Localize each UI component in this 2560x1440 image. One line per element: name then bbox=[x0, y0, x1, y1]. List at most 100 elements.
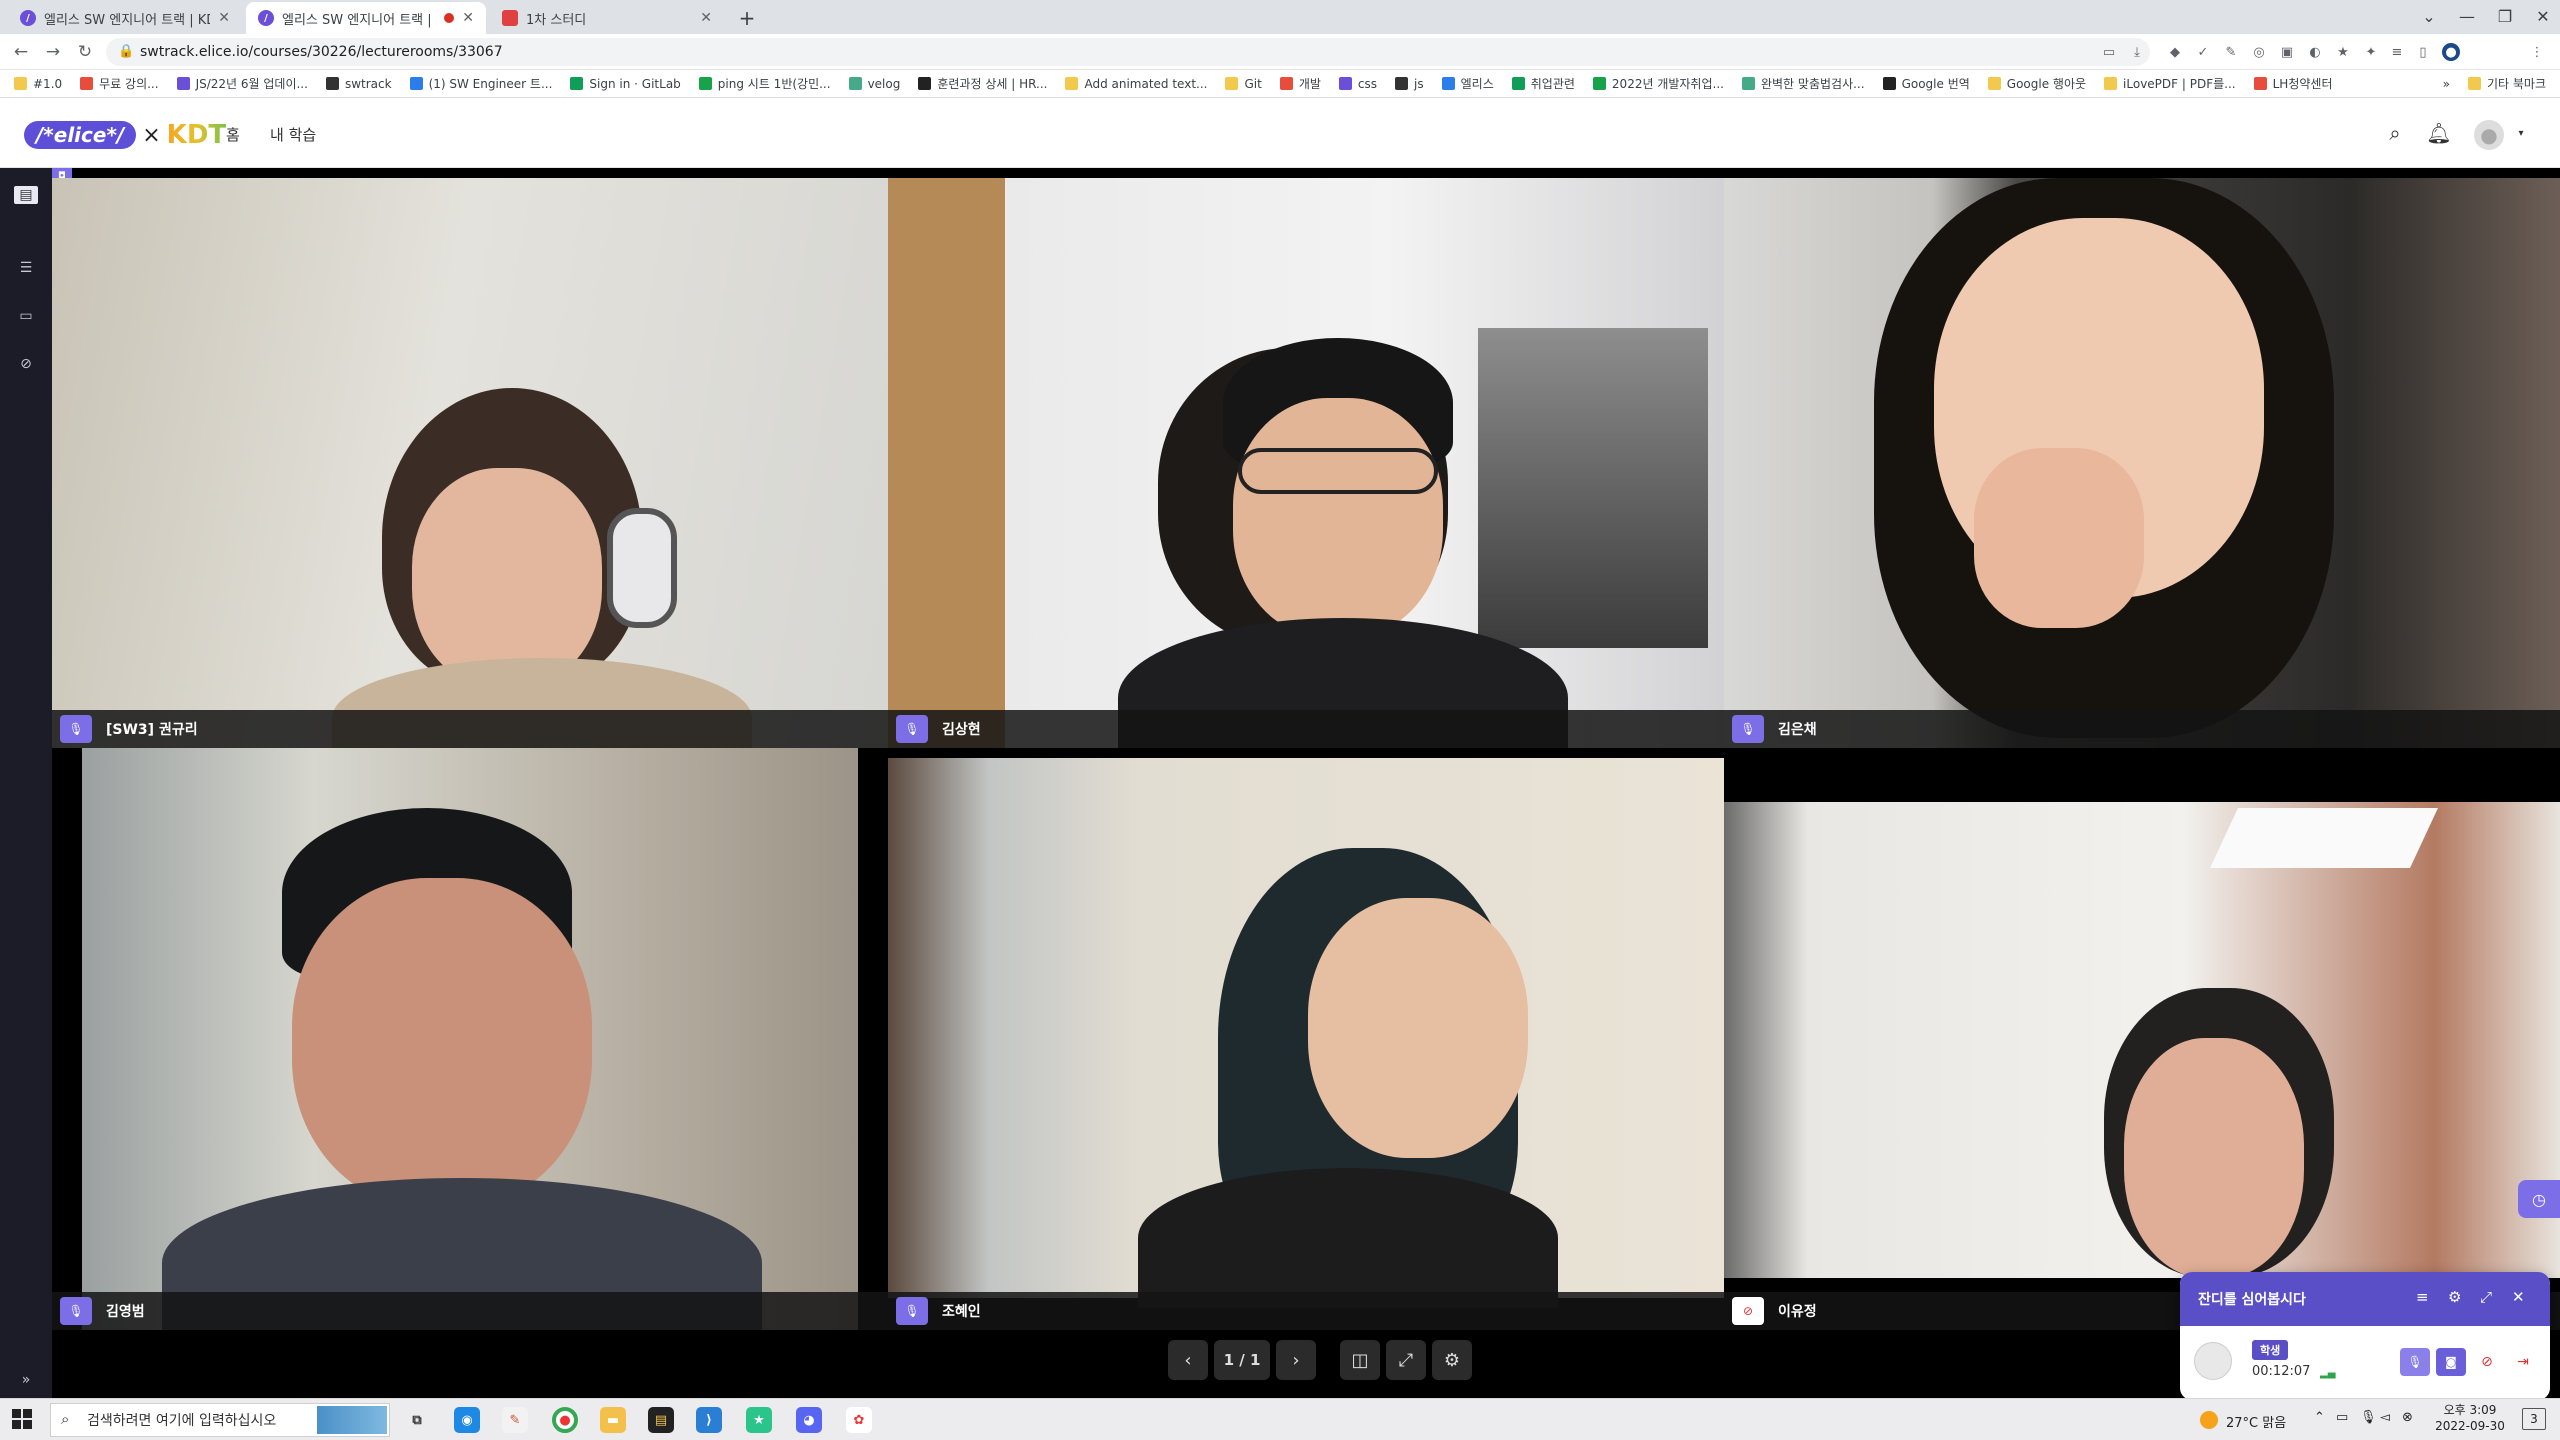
address-bar[interactable]: 🔒 swtrack.elice.io/courses/30226/lecture… bbox=[106, 38, 2150, 66]
bookmark-item[interactable]: Git bbox=[1225, 77, 1262, 91]
extensions-puzzle-icon[interactable]: ✦ bbox=[2362, 43, 2380, 61]
bookmark-item[interactable]: Google 번역 bbox=[1882, 75, 1970, 92]
bookmark-item[interactable]: js bbox=[1395, 77, 1424, 91]
close-icon[interactable]: ✕ bbox=[700, 10, 712, 26]
vscode-icon[interactable]: ⟩ bbox=[696, 1407, 722, 1433]
screen-icon[interactable]: ▭ bbox=[14, 304, 38, 328]
clock-time[interactable]: 오후 3:09 bbox=[2430, 1401, 2510, 1418]
extension-icon[interactable]: ◐ bbox=[2306, 43, 2324, 61]
playlist-icon[interactable]: ≡ bbox=[2388, 43, 2406, 61]
close-icon[interactable]: ✕ bbox=[462, 10, 474, 26]
close-window-icon[interactable]: ✕ bbox=[2520, 0, 2560, 32]
bookmark-item[interactable]: 엘리스 bbox=[1441, 75, 1494, 92]
bookmark-item[interactable]: 완벽한 맞춤법검사... bbox=[1741, 75, 1865, 92]
back-icon[interactable]: ← bbox=[10, 41, 32, 63]
bookmark-item[interactable]: JS/22년 6월 업데이... bbox=[176, 75, 308, 92]
tab-study[interactable]: 1차 스터디 ✕ bbox=[490, 2, 724, 34]
extension-icon[interactable]: ▣ bbox=[2278, 43, 2296, 61]
bookmark-item[interactable]: swtrack bbox=[325, 77, 392, 91]
menu-icon[interactable]: ≡ bbox=[2416, 1288, 2429, 1306]
bookmark-label: 무료 강의... bbox=[99, 77, 159, 91]
fullscreen-button[interactable]: ⤢ bbox=[1386, 1340, 1426, 1380]
sidepanel-icon[interactable]: ▯ bbox=[2414, 43, 2432, 61]
clock-date[interactable]: 2022-09-30 bbox=[2430, 1419, 2510, 1433]
discord-icon[interactable]: ◕ bbox=[796, 1407, 822, 1433]
search-icon[interactable]: ⌕ bbox=[2382, 120, 2408, 146]
previous-page-button[interactable]: ‹ bbox=[1168, 1340, 1208, 1380]
file-explorer-icon[interactable]: ▬ bbox=[600, 1407, 626, 1433]
menu-kebab-icon[interactable]: ⋮ bbox=[2528, 43, 2546, 61]
app-icon[interactable]: ◉ bbox=[454, 1407, 480, 1433]
windows-start-icon[interactable] bbox=[12, 1409, 32, 1429]
bookmark-item[interactable]: Sign in · GitLab bbox=[570, 77, 681, 91]
bookmark-item[interactable]: css bbox=[1338, 77, 1377, 91]
close-icon[interactable]: ✕ bbox=[218, 10, 230, 26]
bookmark-item[interactable]: iLovePDF | PDF를... bbox=[2104, 75, 2236, 92]
chrome-icon[interactable]: ● bbox=[552, 1407, 578, 1433]
extension-icon[interactable]: ◆ bbox=[2166, 43, 2184, 61]
bookmark-item[interactable]: Google 행아웃 bbox=[1987, 75, 2086, 92]
weather-text[interactable]: 27°C 맑음 bbox=[2226, 1412, 2286, 1431]
bookmark-item[interactable]: 2022년 개발자취업... bbox=[1592, 75, 1724, 92]
layout-toggle-button[interactable]: ◫ bbox=[1340, 1340, 1380, 1380]
task-view-icon[interactable]: ⧉ bbox=[404, 1407, 430, 1433]
mic-icon[interactable]: 🎙︎ bbox=[2400, 1348, 2430, 1376]
extension-icon[interactable]: ✓ bbox=[2194, 43, 2212, 61]
bookmark-item[interactable]: velog bbox=[848, 77, 900, 91]
clock-icon[interactable]: ◷ bbox=[2518, 1180, 2560, 1218]
check-circle-icon[interactable]: ⊘ bbox=[14, 352, 38, 376]
camera-icon[interactable]: ◙ bbox=[2436, 1348, 2466, 1376]
microphone-icon[interactable]: 🎙︎ bbox=[2360, 1410, 2377, 1425]
other-bookmarks-folder[interactable]: 기타 북마크 bbox=[2467, 75, 2546, 92]
chevron-down-icon[interactable]: ▾ bbox=[2508, 120, 2534, 146]
next-page-button[interactable]: › bbox=[1276, 1340, 1316, 1380]
tab-elice-kdt[interactable]: / 엘리스 SW 엔지니어 트랙 | KDT ✕ bbox=[8, 2, 242, 34]
bookmark-item[interactable]: 개발 bbox=[1279, 75, 1321, 92]
extension-icon[interactable]: ✎ bbox=[2222, 43, 2240, 61]
extension-icon[interactable]: ★ bbox=[2334, 43, 2352, 61]
extension-icon[interactable]: ◎ bbox=[2250, 43, 2268, 61]
bookmark-item[interactable]: (1) SW Engineer 트... bbox=[409, 75, 552, 92]
screen-share-off-icon[interactable]: ⊘ bbox=[2472, 1348, 2502, 1376]
install-icon[interactable]: ⤓ bbox=[2128, 43, 2146, 61]
notification-center-button[interactable]: 3 bbox=[2522, 1408, 2546, 1430]
sticky-notes-icon[interactable]: ▤ bbox=[648, 1407, 674, 1433]
profile-avatar-icon[interactable]: ● bbox=[2442, 43, 2460, 61]
gear-icon[interactable]: ⚙ bbox=[2448, 1288, 2461, 1306]
network-icon[interactable]: ▭ bbox=[2336, 1410, 2348, 1425]
bookmark-item[interactable]: #1.0 bbox=[14, 77, 62, 91]
ime-icon[interactable]: ⊗ bbox=[2402, 1410, 2413, 1425]
nav-home[interactable]: 홈 bbox=[226, 124, 240, 145]
avatar[interactable]: ● bbox=[2474, 120, 2504, 150]
tray-chevron-icon[interactable]: ⌃ bbox=[2314, 1410, 2325, 1425]
new-tab-button[interactable]: + bbox=[730, 2, 764, 34]
app-icon[interactable]: ✿ bbox=[846, 1407, 872, 1433]
nav-my-learning[interactable]: 내 학습 bbox=[270, 124, 316, 145]
cast-icon[interactable]: ▭ bbox=[2100, 43, 2118, 61]
app-header: /*elice*/ × KDT 홈 내 학습 ⌕ 🔔︎ ● ▾ bbox=[0, 98, 2560, 168]
taskbar-search-input[interactable]: ⌕ 검색하려면 여기에 입력하십시오 bbox=[50, 1403, 390, 1437]
expand-sidebar-icon[interactable]: » bbox=[14, 1368, 38, 1392]
bookmark-item[interactable]: 취업관련 bbox=[1511, 75, 1575, 92]
bookmark-item[interactable]: 무료 강의... bbox=[80, 75, 159, 92]
forward-icon[interactable]: → bbox=[42, 41, 64, 63]
reload-icon[interactable]: ↻ bbox=[74, 41, 96, 63]
settings-gear-button[interactable]: ⚙ bbox=[1432, 1340, 1472, 1380]
app-icon[interactable]: ★ bbox=[746, 1407, 772, 1433]
elice-kdt-logo[interactable]: /*elice*/ × KDT bbox=[24, 120, 226, 150]
paint-icon[interactable]: ✎ bbox=[502, 1407, 528, 1433]
tab-elice-lecture[interactable]: / 엘리스 SW 엔지니어 트랙 | ✕ bbox=[246, 2, 486, 34]
close-icon[interactable]: ✕ bbox=[2512, 1288, 2525, 1306]
bookmark-item[interactable]: LH청약센터 bbox=[2253, 75, 2332, 92]
bookmarks-overflow-button[interactable]: » bbox=[2443, 77, 2450, 91]
bookmark-item[interactable]: ping 시트 1반(강민... bbox=[698, 75, 831, 92]
list-icon[interactable]: ☰ bbox=[14, 256, 38, 280]
bell-icon[interactable]: 🔔︎ bbox=[2426, 120, 2452, 146]
expand-icon[interactable]: ⤢ bbox=[2480, 1288, 2492, 1306]
leave-icon[interactable]: ⇥ bbox=[2508, 1348, 2538, 1376]
bookmark-item[interactable]: Add animated text... bbox=[1065, 77, 1207, 91]
bookmark-item[interactable]: 훈련과정 상세 | HR... bbox=[918, 75, 1047, 92]
notes-icon[interactable]: ▤ bbox=[14, 186, 38, 204]
participant-name: 김은채 bbox=[1778, 722, 1817, 738]
volume-icon[interactable]: ◅ bbox=[2380, 1410, 2390, 1425]
